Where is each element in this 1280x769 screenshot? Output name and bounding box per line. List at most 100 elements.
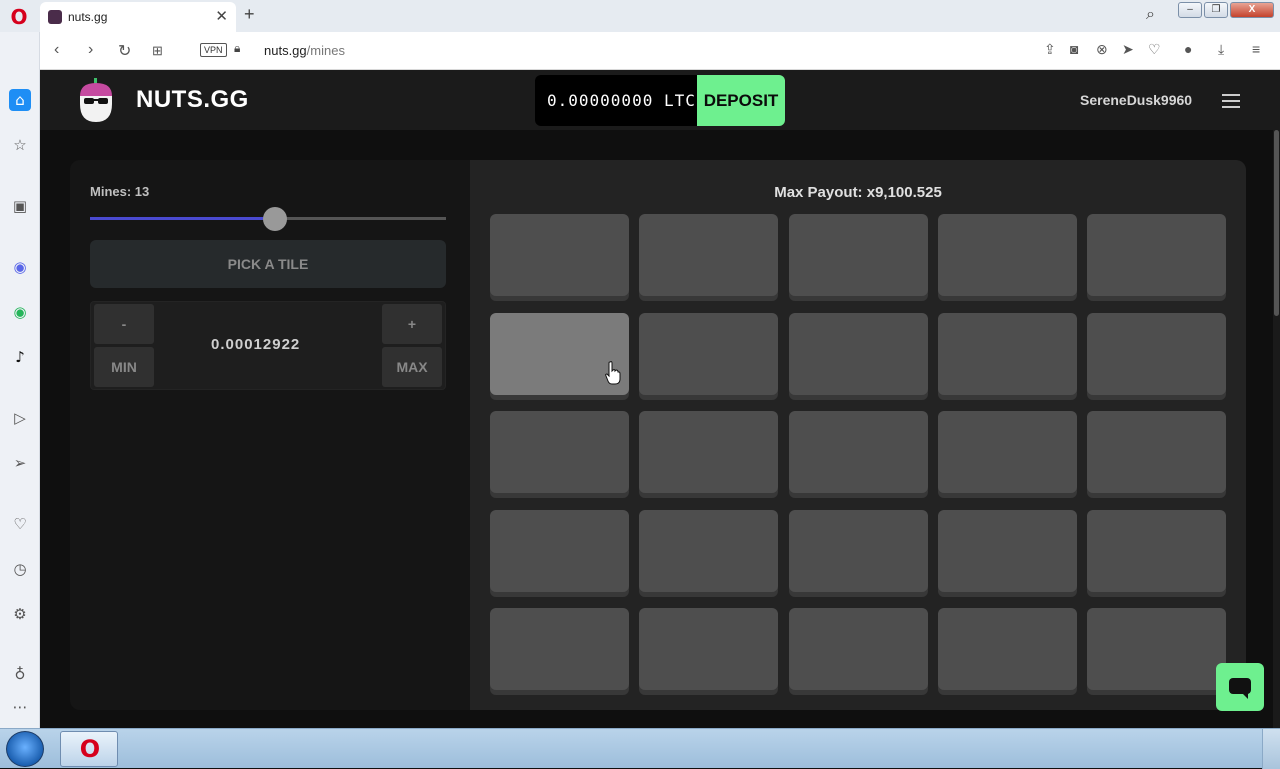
hand-cursor-icon — [605, 361, 621, 385]
mine-tile[interactable] — [1087, 608, 1226, 690]
start-button[interactable] — [6, 731, 44, 767]
player-icon[interactable]: ▷ — [9, 407, 31, 429]
mine-tile[interactable] — [789, 214, 928, 296]
mine-tile[interactable] — [490, 411, 629, 493]
username-link[interactable]: SereneDusk9960 — [1080, 92, 1192, 108]
mine-tile[interactable] — [490, 214, 629, 296]
show-desktop-button[interactable] — [1262, 729, 1280, 769]
browser-tab-bar: O nuts.gg ✕ + ⌕ – ❐ X — [0, 0, 1280, 32]
tab-title: nuts.gg — [68, 10, 108, 24]
url-field[interactable]: nuts.gg/mines — [264, 43, 345, 58]
download-icon[interactable]: ⤓ — [1218, 41, 1224, 58]
mine-tile[interactable] — [639, 608, 778, 690]
history-icon[interactable]: ◷ — [9, 558, 31, 580]
opera-icon: O — [79, 735, 101, 763]
site-favicon-icon — [48, 10, 62, 24]
browser-sidebar: ⌂ ☆ ▣ ◉ ◉ ♪ ▷ ➢ ♡ ◷ ⚙ ♁ ⋯ — [0, 32, 40, 728]
mine-tile[interactable] — [938, 214, 1077, 296]
messenger-icon[interactable]: ◉ — [9, 256, 31, 278]
mine-tile[interactable] — [490, 608, 629, 690]
bet-increase-button[interactable]: + — [382, 304, 442, 344]
forward-icon[interactable]: › — [88, 41, 93, 59]
mine-tile[interactable] — [639, 510, 778, 592]
mine-tile[interactable] — [639, 411, 778, 493]
bet-decrease-button[interactable]: - — [94, 304, 154, 344]
nut-logo-icon[interactable] — [77, 78, 115, 124]
pick-tile-button[interactable]: PICK A TILE — [90, 240, 446, 288]
opera-menu-icon[interactable]: O — [8, 6, 30, 28]
os-taskbar: O — [0, 728, 1280, 769]
mines-count-label: Mines: 13 — [90, 184, 150, 199]
window-controls: – ❐ X — [1178, 2, 1274, 18]
bet-controls-panel: Mines: 13 PICK A TILE - MIN 0.00012922 +… — [70, 160, 470, 710]
mine-tile[interactable] — [789, 313, 928, 395]
mine-tile[interactable] — [789, 411, 928, 493]
vpn-badge[interactable]: VPN — [200, 43, 227, 57]
speed-dial-icon[interactable]: ⊞ — [152, 43, 163, 59]
url-host: nuts.gg — [264, 43, 307, 58]
bet-amount-box: - MIN 0.00012922 + MAX — [90, 301, 446, 390]
deposit-button[interactable]: DEPOSIT — [697, 75, 785, 126]
mine-tile[interactable] — [938, 411, 1077, 493]
share-icon[interactable]: ⇪ — [1044, 41, 1056, 58]
profile-icon[interactable]: ● — [1184, 41, 1192, 57]
tab-close-icon[interactable]: ✕ — [215, 7, 228, 25]
page-scrollbar[interactable] — [1273, 130, 1280, 728]
mine-tile[interactable] — [1087, 411, 1226, 493]
mines-game: Mines: 13 PICK A TILE - MIN 0.00012922 +… — [70, 160, 1246, 710]
tab-search-icon[interactable]: ⌕ — [1146, 6, 1155, 24]
url-path: /mines — [306, 43, 345, 58]
send-icon[interactable]: ➤ — [1122, 41, 1134, 58]
site-header: NUTS.GG 0.00000000 LTC DEPOSIT SereneDus… — [40, 70, 1280, 130]
shopping-icon[interactable]: ▣ — [9, 195, 31, 217]
settings-icon[interactable]: ⚙ — [9, 603, 31, 625]
restore-button[interactable]: ❐ — [1204, 2, 1228, 18]
live-chat-button[interactable] — [1216, 663, 1264, 711]
mine-tile[interactable] — [639, 214, 778, 296]
mine-tile[interactable] — [789, 510, 928, 592]
favorites-icon[interactable]: ♡ — [9, 513, 31, 535]
bookmarks-icon[interactable]: ☆ — [9, 134, 31, 156]
tips-icon[interactable]: ♁ — [9, 663, 31, 685]
whatsapp-icon[interactable]: ◉ — [9, 301, 31, 323]
address-bar: ‹ › ↻ ⊞ VPN 🔒︎ nuts.gg/mines ⇪ ◙ ⊗ ➤ ♡ ●… — [40, 32, 1280, 70]
favorite-icon[interactable]: ♡ — [1148, 41, 1161, 58]
chat-icon-tail — [1242, 693, 1248, 699]
minimize-button[interactable]: – — [1178, 2, 1202, 18]
mine-tile[interactable] — [938, 313, 1077, 395]
more-icon[interactable]: ⋯ — [9, 696, 31, 718]
mines-slider[interactable] — [90, 207, 446, 231]
bet-min-button[interactable]: MIN — [94, 347, 154, 387]
tiktok-icon[interactable]: ♪ — [9, 346, 31, 368]
mines-slider-handle[interactable] — [263, 207, 288, 231]
mine-tile[interactable] — [938, 608, 1077, 690]
taskbar-opera-button[interactable]: O — [60, 731, 118, 767]
mine-tile[interactable] — [1087, 510, 1226, 592]
home-icon[interactable]: ⌂ — [9, 89, 31, 111]
bet-max-button[interactable]: MAX — [382, 347, 442, 387]
mine-tile[interactable] — [789, 608, 928, 690]
site-brand[interactable]: NUTS.GG — [136, 86, 249, 114]
reload-icon[interactable]: ↻ — [118, 41, 131, 61]
close-window-button[interactable]: X — [1230, 2, 1274, 18]
bet-amount-value[interactable]: 0.00012922 — [211, 336, 300, 353]
mine-tile[interactable] — [639, 313, 778, 395]
mines-board-panel: Max Payout: x9,100.525 — [470, 160, 1246, 710]
mines-slider-fill — [90, 217, 276, 220]
back-icon[interactable]: ‹ — [54, 41, 59, 59]
lock-icon[interactable]: 🔒︎ — [234, 41, 240, 56]
mine-tile[interactable] — [490, 510, 629, 592]
easy-setup-icon[interactable]: ≡ — [1252, 41, 1260, 57]
new-tab-icon[interactable]: + — [244, 4, 255, 25]
browser-tab[interactable]: nuts.gg ✕ — [40, 2, 236, 32]
hamburger-menu-icon[interactable] — [1222, 94, 1240, 108]
flow-icon[interactable]: ➢ — [9, 452, 31, 474]
wallet-balance[interactable]: 0.00000000 LTC — [535, 75, 697, 126]
chat-icon — [1229, 678, 1251, 694]
adblock-icon[interactable]: ⊗ — [1096, 41, 1108, 58]
scrollbar-thumb[interactable] — [1274, 130, 1279, 316]
snapshot-icon[interactable]: ◙ — [1070, 41, 1078, 57]
mine-tile[interactable] — [1087, 214, 1226, 296]
mine-tile[interactable] — [938, 510, 1077, 592]
mine-tile[interactable] — [1087, 313, 1226, 395]
